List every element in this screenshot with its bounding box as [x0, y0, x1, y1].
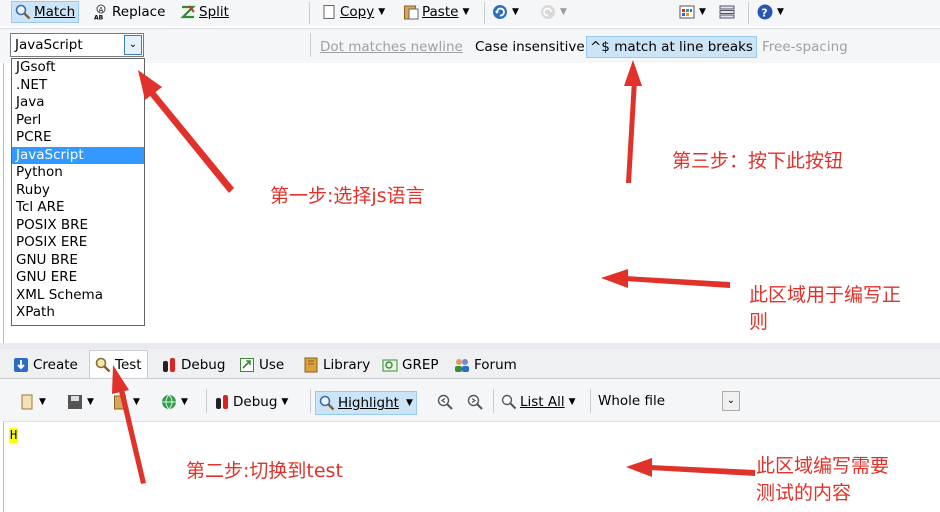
- annotation-step2: 第二步:切换到test: [186, 460, 343, 482]
- annotation-regex-area-line1: 此区域用于编写正: [749, 284, 902, 306]
- arrow-step3: [624, 60, 642, 183]
- arrow-regex-area: [601, 269, 730, 288]
- arrow-step2: [112, 365, 146, 484]
- annotation-step1: 第一步:选择js语言: [270, 185, 425, 207]
- annotation-test-area-line2: 测试的内容: [756, 482, 852, 504]
- annotation-regex-area-line2: 则: [749, 311, 769, 333]
- annotation-arrows: [112, 60, 755, 484]
- arrow-test-area: [626, 458, 755, 477]
- annotation-test-area-line1: 此区域编写需要: [756, 455, 890, 477]
- annotation-step3: 第三步：按下此按钮: [672, 150, 844, 172]
- arrow-step1: [138, 70, 234, 193]
